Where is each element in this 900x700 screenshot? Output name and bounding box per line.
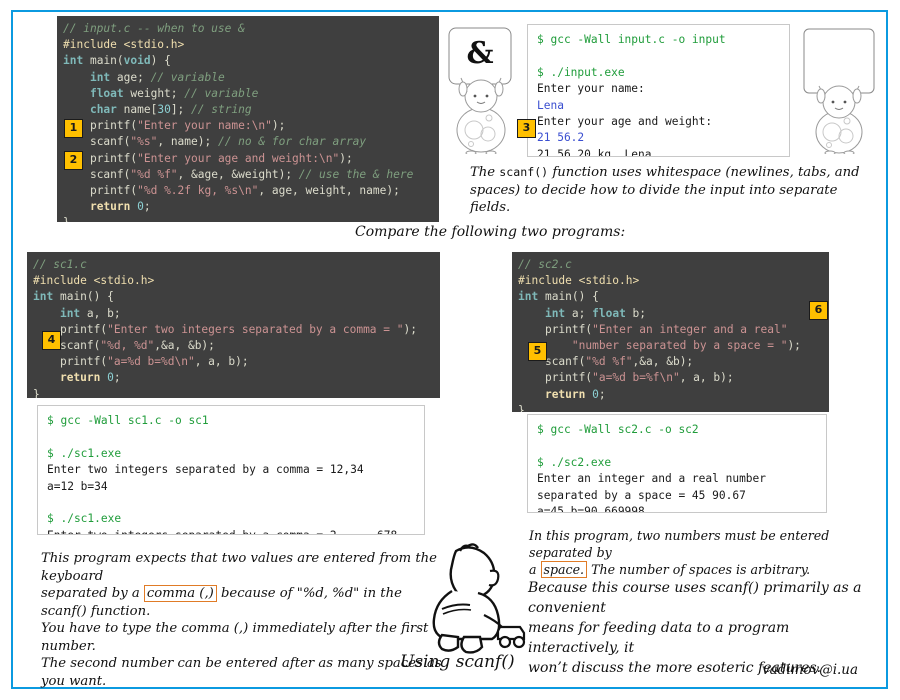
badge-2: 2	[64, 151, 83, 170]
badge-5: 5	[528, 342, 547, 361]
note-sc1-comma: This program expects that two values are…	[41, 550, 451, 690]
highlight-space: space.	[540, 561, 588, 578]
note-sc2-space: In this program, two numbers must be ent…	[529, 527, 879, 578]
note-sc1-line-1: This program expects that two values are…	[41, 551, 437, 584]
sign-ampersand-text: &	[466, 36, 494, 71]
code-block-input-c: // input.c -- when to use & #include <st…	[57, 16, 439, 222]
note-whitespace-part-a: The	[470, 165, 500, 180]
note-sc2-line-2a: a	[529, 562, 541, 577]
code-block-sc2-c: // sc2.c #include <stdio.h> int main() {…	[512, 252, 829, 412]
slide-title: Using scanf()	[400, 652, 515, 672]
note-sc1-line-3: You have to type the comma (,) immediate…	[41, 621, 429, 654]
note-esoteric-line-1: Because this course uses scanf() primari…	[528, 580, 862, 616]
note-sc2-line-2b: The number of spaces is arbitrary.	[587, 562, 811, 577]
note-sc2-line-1: In this program, two numbers must be ent…	[529, 528, 830, 560]
note-sc1-line-2a: separated by a	[41, 586, 144, 601]
terminal-input-output: $ gcc -Wall input.c -o input $ ./input.e…	[527, 24, 790, 157]
badge-1: 1	[64, 119, 83, 138]
slide-canvas: // input.c -- when to use & #include <st…	[0, 0, 900, 700]
highlight-comma: comma (,)	[143, 585, 217, 602]
cartoon-character-amp-sign: &	[443, 26, 521, 156]
cartoon-toddler-with-toy-car	[412, 543, 530, 655]
note-whitespace-part-c: spaces) to decide how to divide the inpu…	[470, 182, 838, 216]
author-signature: vadimov@i.ua	[762, 662, 859, 678]
terminal-sc2-output: $ gcc -Wall sc2.c -o sc2 $ ./sc2.exe Ent…	[527, 414, 827, 513]
code-block-sc1-c: // sc1.c #include <stdio.h> int main() {…	[27, 252, 440, 398]
badge-3: 3	[517, 119, 536, 138]
note-whitespace-mono: scanf()	[499, 165, 549, 179]
note-whitespace: The scanf() function uses whitespace (ne…	[470, 164, 870, 217]
badge-4: 4	[42, 331, 61, 350]
badge-6: 6	[809, 301, 828, 320]
compare-note: Compare the following two programs:	[355, 224, 626, 240]
terminal-sc1-output: $ gcc -Wall sc1.c -o sc1 $ ./sc1.exe Ent…	[37, 405, 425, 535]
note-sc1-line-4: The second number can be entered after a…	[41, 656, 442, 689]
note-whitespace-part-b: function uses whitespace (newlines, tabs…	[548, 165, 860, 180]
cartoon-character-blank-sign	[799, 26, 881, 156]
note-esoteric-line-2: means for feeding data to a program inte…	[528, 620, 790, 656]
